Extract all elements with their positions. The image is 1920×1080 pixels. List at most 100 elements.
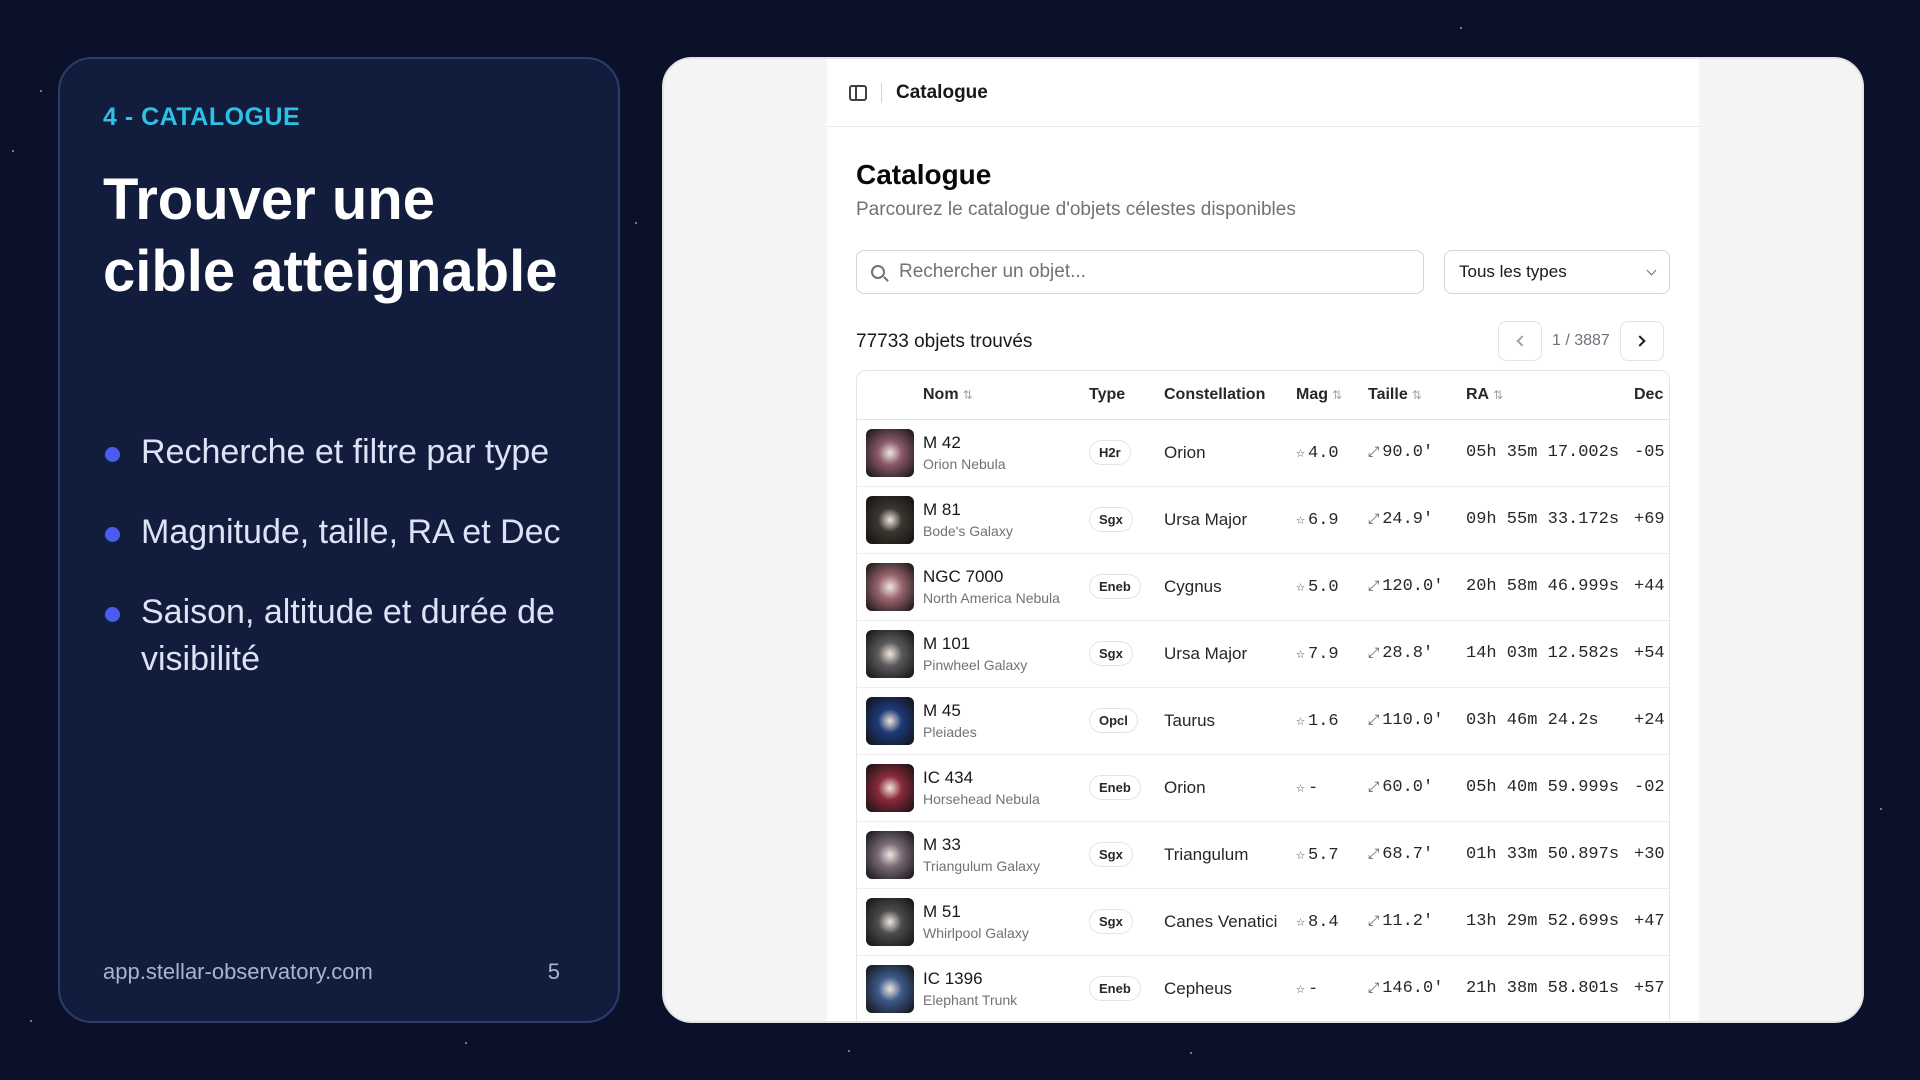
constellation-cell: Orion xyxy=(1164,419,1296,487)
chevron-left-icon xyxy=(1516,335,1528,347)
size-value: 90.0' xyxy=(1382,443,1434,462)
ra-value: 20h 58m 46.999s xyxy=(1466,553,1634,621)
object-name: M 45 xyxy=(923,701,961,720)
object-name: NGC 7000 xyxy=(923,567,1004,586)
type-badge: Sgx xyxy=(1089,909,1133,934)
ra-value: 13h 29m 52.699s xyxy=(1466,888,1634,956)
column-header-ra[interactable]: RA ⇅ xyxy=(1466,371,1634,420)
bullet-item: Magnitude, taille, RA et Dec xyxy=(103,509,563,556)
star-icon: ☆ xyxy=(1296,511,1306,529)
star-icon: ☆ xyxy=(1296,980,1306,998)
bullet-dot-icon xyxy=(105,447,120,462)
object-thumbnail xyxy=(866,830,914,879)
bullet-dot-icon xyxy=(105,607,120,622)
table-row[interactable]: M 45 Pleiades Opcl Taurus ☆ 1.6 ⤢ 110.0' 03h 46m… xyxy=(857,687,1669,755)
magnitude-value: 5.7 xyxy=(1308,845,1339,865)
search-box[interactable] xyxy=(856,250,1424,294)
dec-value: +47 xyxy=(1634,888,1669,956)
star-icon: ☆ xyxy=(1296,779,1306,797)
table-row[interactable]: IC 434 Horsehead Nebula Eneb Orion ☆ - ⤢ 60.0' 0… xyxy=(857,754,1669,822)
type-badge: Opcl xyxy=(1089,708,1138,733)
object-common-name: Horsehead Nebula xyxy=(923,791,1040,807)
page-title: Catalogue xyxy=(856,159,992,190)
type-badge: Sgx xyxy=(1089,507,1133,532)
resize-icon: ⤢ xyxy=(1368,713,1380,729)
table-row[interactable]: IC 1396 Elephant Trunk Eneb Cepheus ☆ - ⤢ 146.0… xyxy=(857,955,1669,1021)
object-thumbnail xyxy=(866,696,914,745)
bullet-list: Recherche et filtre par type Magnitude, … xyxy=(103,429,563,716)
table-header-row: Nom ⇅ Type Constellation Mag ⇅ Taille ⇅ RA ⇅… xyxy=(857,371,1669,420)
table-row[interactable]: M 81 Bode's Galaxy Sgx Ursa Major ☆ 6.9 ⤢ 24.9'… xyxy=(857,486,1669,554)
type-badge: H2r xyxy=(1089,440,1131,465)
object-thumbnail xyxy=(866,428,914,477)
object-name: M 42 xyxy=(923,433,961,452)
type-filter-select[interactable]: Tous les types xyxy=(1444,250,1670,294)
pagination: 1 / 3887 xyxy=(1498,321,1664,361)
dec-value: -05 xyxy=(1634,419,1669,487)
ra-value: 05h 40m 59.999s xyxy=(1466,754,1634,822)
search-input[interactable] xyxy=(899,261,1399,283)
object-thumbnail xyxy=(866,562,914,611)
column-header-type: Type xyxy=(1089,371,1164,420)
type-badge: Sgx xyxy=(1089,842,1133,867)
type-filter-value: Tous les types xyxy=(1459,262,1567,281)
object-common-name: Pinwheel Galaxy xyxy=(923,657,1028,673)
dec-value: -02 xyxy=(1634,754,1669,822)
column-header-size[interactable]: Taille ⇅ xyxy=(1368,371,1466,420)
object-thumbnail xyxy=(866,629,914,678)
column-header-dec[interactable]: Dec xyxy=(1634,371,1669,420)
object-common-name: Pleiades xyxy=(923,724,977,740)
resize-icon: ⤢ xyxy=(1368,646,1380,662)
sort-icon: ⇅ xyxy=(1493,387,1504,402)
resize-icon: ⤢ xyxy=(1368,847,1380,863)
constellation-cell: Ursa Major xyxy=(1164,620,1296,688)
column-header-name[interactable]: Nom ⇅ xyxy=(923,371,1089,420)
ra-value: 05h 35m 17.002s xyxy=(1466,419,1634,487)
column-header-mag[interactable]: Mag ⇅ xyxy=(1296,371,1368,420)
object-thumbnail xyxy=(866,964,914,1013)
resize-icon: ⤢ xyxy=(1368,579,1380,595)
table-row[interactable]: NGC 7000 North America Nebula Eneb Cygnus ☆ 5… xyxy=(857,553,1669,621)
next-page-button[interactable] xyxy=(1619,321,1664,361)
ra-value: 21h 38m 58.801s xyxy=(1466,955,1634,1021)
object-common-name: Elephant Trunk xyxy=(923,992,1018,1008)
constellation-cell: Orion xyxy=(1164,754,1296,822)
magnitude-value: 7.9 xyxy=(1308,644,1339,664)
magnitude-value: 4.0 xyxy=(1308,443,1339,463)
object-thumbnail xyxy=(866,897,914,946)
slide-title: Trouver une cible atteignable xyxy=(103,167,558,304)
table-row[interactable]: M 42 Orion Nebula H2r Orion ☆ 4.0 ⤢ 90.0' 05h 35… xyxy=(857,419,1669,487)
dec-value: +54 xyxy=(1634,620,1669,688)
object-name: M 81 xyxy=(923,500,961,519)
search-icon xyxy=(871,265,885,279)
page-subtitle: Parcourez le catalogue d'objets célestes… xyxy=(856,199,1296,220)
object-name: IC 1396 xyxy=(923,969,983,988)
object-name: M 33 xyxy=(923,835,961,854)
column-header-constellation: Constellation xyxy=(1164,371,1296,420)
resize-icon: ⤢ xyxy=(1368,512,1380,528)
object-common-name: North America Nebula xyxy=(923,590,1060,606)
sidebar-toggle-icon[interactable] xyxy=(849,84,867,101)
type-badge: Sgx xyxy=(1089,641,1133,666)
breadcrumb: Catalogue xyxy=(896,81,988,103)
sort-icon: ⇅ xyxy=(962,387,973,402)
size-value: 146.0' xyxy=(1382,979,1444,998)
table-row[interactable]: M 33 Triangulum Galaxy Sgx Triangulum ☆ 5.7 ⤢ 6… xyxy=(857,821,1669,889)
chevron-right-icon xyxy=(1634,335,1646,347)
object-common-name: Triangulum Galaxy xyxy=(923,858,1040,874)
object-common-name: Whirlpool Galaxy xyxy=(923,925,1029,941)
magnitude-value: 8.4 xyxy=(1308,912,1339,932)
table-row[interactable]: M 101 Pinwheel Galaxy Sgx Ursa Major ☆ 7.9 ⤢ 28… xyxy=(857,620,1669,688)
constellation-cell: Cepheus xyxy=(1164,955,1296,1021)
page-indicator: 1 / 3887 xyxy=(1552,332,1610,349)
size-value: 11.2' xyxy=(1382,912,1434,931)
constellation-cell: Taurus xyxy=(1164,687,1296,755)
resize-icon: ⤢ xyxy=(1368,780,1380,796)
page-number: 5 xyxy=(547,959,560,984)
object-name: M 101 xyxy=(923,634,971,653)
bullet-item: Saison, altitude et durée de visibilité xyxy=(103,589,563,683)
table-row[interactable]: M 51 Whirlpool Galaxy Sgx Canes Venatici ☆ 8.… xyxy=(857,888,1669,956)
dec-value: +44 xyxy=(1634,553,1669,621)
constellation-cell: Cygnus xyxy=(1164,553,1296,621)
prev-page-button[interactable] xyxy=(1498,321,1542,361)
